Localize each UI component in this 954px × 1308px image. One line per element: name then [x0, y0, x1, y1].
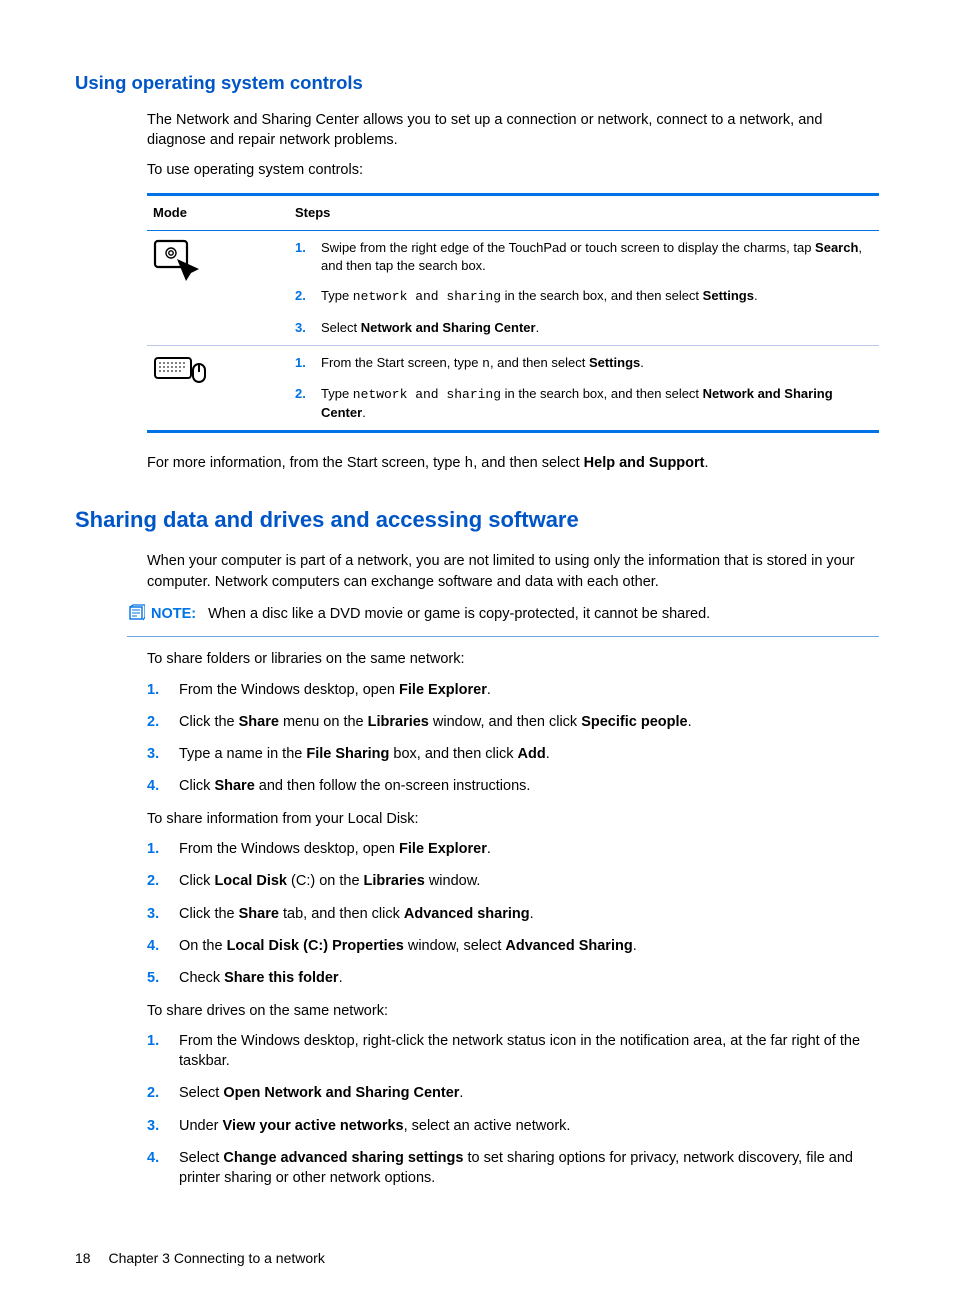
heading-sharing: Sharing data and drives and accessing so… — [75, 505, 879, 536]
mode-keyboard-icon — [147, 345, 289, 432]
note-text: When a disc like a DVD movie or game is … — [208, 604, 710, 624]
note-block: NOTE: When a disc like a DVD movie or ga… — [127, 604, 879, 628]
lead-para: To use operating system controls: — [147, 160, 879, 180]
list-drives: 1.From the Windows desktop, right-click … — [147, 1031, 879, 1189]
th-steps: Steps — [289, 194, 879, 230]
lead-drives: To share drives on the same network: — [147, 1001, 879, 1021]
touch-steps: 1.Swipe from the right edge of the Touch… — [289, 230, 879, 345]
note-label: NOTE: — [151, 604, 196, 624]
heading-os-controls: Using operating system controls — [75, 70, 879, 96]
note-icon — [127, 604, 145, 628]
sharing-intro: When your computer is part of a network,… — [147, 551, 879, 592]
th-mode: Mode — [147, 194, 289, 230]
note-rule — [127, 636, 879, 637]
list-folders: 1.From the Windows desktop, open File Ex… — [147, 680, 879, 797]
page-number: 18 — [75, 1250, 91, 1266]
steps-table: Mode Steps 1.Swipe from the right edge o… — [147, 193, 879, 434]
lead-folders: To share folders or libraries on the sam… — [147, 649, 879, 669]
after-para: For more information, from the Start scr… — [147, 453, 879, 474]
page-footer: 18 Chapter 3 Connecting to a network — [75, 1249, 879, 1269]
lead-localdisk: To share information from your Local Dis… — [147, 809, 879, 829]
intro-para: The Network and Sharing Center allows yo… — [147, 110, 879, 151]
list-localdisk: 1.From the Windows desktop, open File Ex… — [147, 839, 879, 988]
keyboard-steps: 1.From the Start screen, type n, and the… — [289, 345, 879, 432]
mode-touch-icon — [147, 230, 289, 345]
chapter-label: Chapter 3 Connecting to a network — [108, 1250, 324, 1266]
